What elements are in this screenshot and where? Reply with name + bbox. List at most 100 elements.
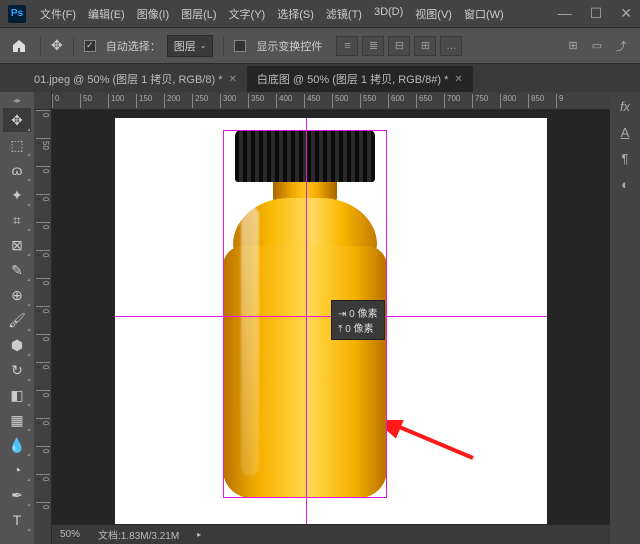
ruler-mark: 0 [52,94,59,108]
status-chevron-icon[interactable]: ▸ [197,530,201,539]
ruler-mark: 0 [36,222,50,229]
ruler-mark: 9 [556,94,563,108]
ruler-mark: 450 [304,94,320,108]
menu-3d[interactable]: 3D(D) [370,4,407,24]
toolbox: ◂▸ ✥ ⬚ ɷ ✦ ⌗ ⊠ ✎ ⊕ 🖌 ⬢ ↻ ◧ ▦ 💧 ◔ ✒ T [0,92,34,544]
lasso-tool[interactable]: ɷ [3,158,31,182]
tab-close-icon[interactable]: ✕ [454,74,462,85]
healing-tool[interactable]: ⊕ [3,283,31,307]
window-controls: — ☐ ✕ [558,5,632,22]
align-icon-4[interactable]: ⊞ [414,36,436,56]
menu-filter[interactable]: 滤镜(T) [322,4,366,24]
annotation-arrow [387,420,477,462]
auto-select-label: 自动选择： [106,38,161,54]
menu-file[interactable]: 文件(F) [36,4,80,24]
ruler-mark: 700 [444,94,460,108]
screen-mode-icon[interactable]: ▭ [586,35,608,57]
auto-select-checkbox[interactable]: ✓ [84,40,96,52]
toolbox-collapse-icon[interactable]: ◂▸ [11,94,23,107]
menu-type[interactable]: 文字(Y) [225,4,270,24]
bottle-cap [235,130,375,182]
share-icon[interactable]: ⤴ [610,35,632,57]
frame-tool[interactable]: ⊠ [3,233,31,257]
measure-x: ⇥ 0 像素 [338,305,378,320]
eraser-tool[interactable]: ◧ [3,383,31,407]
ruler-mark: 0 [36,390,50,397]
ruler-mark: 0 [36,278,50,285]
ruler-mark: 150 [136,94,152,108]
ruler-mark: 0 [36,446,50,453]
ruler-mark: 300 [220,94,236,108]
tab-close-icon[interactable]: ✕ [228,74,236,85]
marquee-tool[interactable]: ⬚ [3,133,31,157]
tab-label: 01.jpeg @ 50% (图层 1 拷贝, RGB/8) * [34,71,222,87]
menu-select[interactable]: 选择(S) [273,4,318,24]
canvas[interactable]: ⇥ 0 像素 ⤒ 0 像素 [115,118,547,530]
close-button[interactable]: ✕ [620,5,632,22]
stamp-tool[interactable]: ⬢ [3,333,31,357]
tab-white-bg[interactable]: 白底图 @ 50% (图层 1 拷贝, RGB/8#) * ✕ [247,66,473,92]
vertical-guide[interactable] [306,118,307,530]
menu-window[interactable]: 窗口(W) [460,4,508,24]
ruler-mark: 50 [80,94,92,108]
ruler-mark: 600 [388,94,404,108]
move-tool[interactable]: ✥ [3,108,31,132]
align-icon-2[interactable]: ≣ [362,36,384,56]
minimize-button[interactable]: — [558,5,572,22]
zoom-level[interactable]: 50% [60,529,80,540]
show-transform-checkbox[interactable] [234,40,246,52]
align-icon-5[interactable]: … [440,36,462,56]
maximize-button[interactable]: ☐ [590,5,603,22]
ruler-mark: 0 [36,110,50,117]
doc-size: 文档:1.83M/3.21M [98,527,179,542]
document-tabs: 01.jpeg @ 50% (图层 1 拷贝, RGB/8) * ✕ 白底图 @… [0,64,640,92]
chevron-down-icon: ⌄ [200,41,207,50]
show-transform-label: 显示变换控件 [256,38,322,54]
paragraph-panel-icon[interactable]: ¶ [615,148,635,168]
menu-view[interactable]: 视图(V) [411,4,456,24]
ruler-mark: 550 [360,94,376,108]
ruler-mark: 100 [108,94,124,108]
tab-label: 白底图 @ 50% (图层 1 拷贝, RGB/8#) * [257,71,448,87]
menu-image[interactable]: 图像(I) [133,4,173,24]
fx-panel-icon[interactable]: fx [615,96,635,116]
ruler-mark: 50 [36,138,50,150]
align-icon-3[interactable]: ⊟ [388,36,410,56]
arrange-icon[interactable]: ⊞ [562,35,584,57]
crop-tool[interactable]: ⌗ [3,208,31,232]
ruler-mark: 0 [36,166,50,173]
menu-layer[interactable]: 图层(L) [177,4,220,24]
menu-edit[interactable]: 编辑(E) [84,4,129,24]
ruler-mark: 200 [164,94,180,108]
gradient-tool[interactable]: ▦ [3,408,31,432]
highlight [241,206,259,476]
ruler-mark: 500 [332,94,348,108]
right-panel: fx A ¶ ◐ [610,92,640,544]
options-bar: ✥ ✓ 自动选择： 图层 ⌄ 显示变换控件 ≡ ≣ ⊟ ⊞ … ⊞ ▭ ⤴ [0,28,640,64]
blur-tool[interactable]: 💧 [3,433,31,457]
quick-select-tool[interactable]: ✦ [3,183,31,207]
vertical-ruler[interactable]: 0 50 0 0 0 0 0 0 0 0 0 0 0 0 0 [34,110,52,544]
home-icon[interactable] [8,35,30,57]
ruler-mark: 350 [248,94,264,108]
eyedropper-tool[interactable]: ✎ [3,258,31,282]
tab-01jpeg[interactable]: 01.jpeg @ 50% (图层 1 拷贝, RGB/8) * ✕ [24,66,247,92]
ruler-mark: 0 [36,502,50,509]
dodge-tool[interactable]: ◔ [3,458,31,482]
type-tool[interactable]: T [3,508,31,532]
history-brush-tool[interactable]: ↻ [3,358,31,382]
align-icon-1[interactable]: ≡ [336,36,358,56]
character-panel-icon[interactable]: A [615,122,635,142]
ruler-mark: 400 [276,94,292,108]
brush-tool[interactable]: 🖌 [3,308,31,332]
ruler-mark: 750 [472,94,488,108]
measurement-tooltip: ⇥ 0 像素 ⤒ 0 像素 [331,300,385,340]
canvas-area[interactable]: ⇥ 0 像素 ⤒ 0 像素 [52,110,610,544]
ruler-mark: 250 [192,94,208,108]
pen-tool[interactable]: ✒ [3,483,31,507]
swatches-panel-icon[interactable]: ◐ [615,174,635,194]
horizontal-ruler[interactable]: 0 50 100 150 200 250 300 350 400 450 500… [52,92,610,110]
ruler-mark: 850 [528,94,544,108]
auto-select-dropdown[interactable]: 图层 ⌄ [167,35,214,57]
ruler-mark: 0 [36,418,50,425]
